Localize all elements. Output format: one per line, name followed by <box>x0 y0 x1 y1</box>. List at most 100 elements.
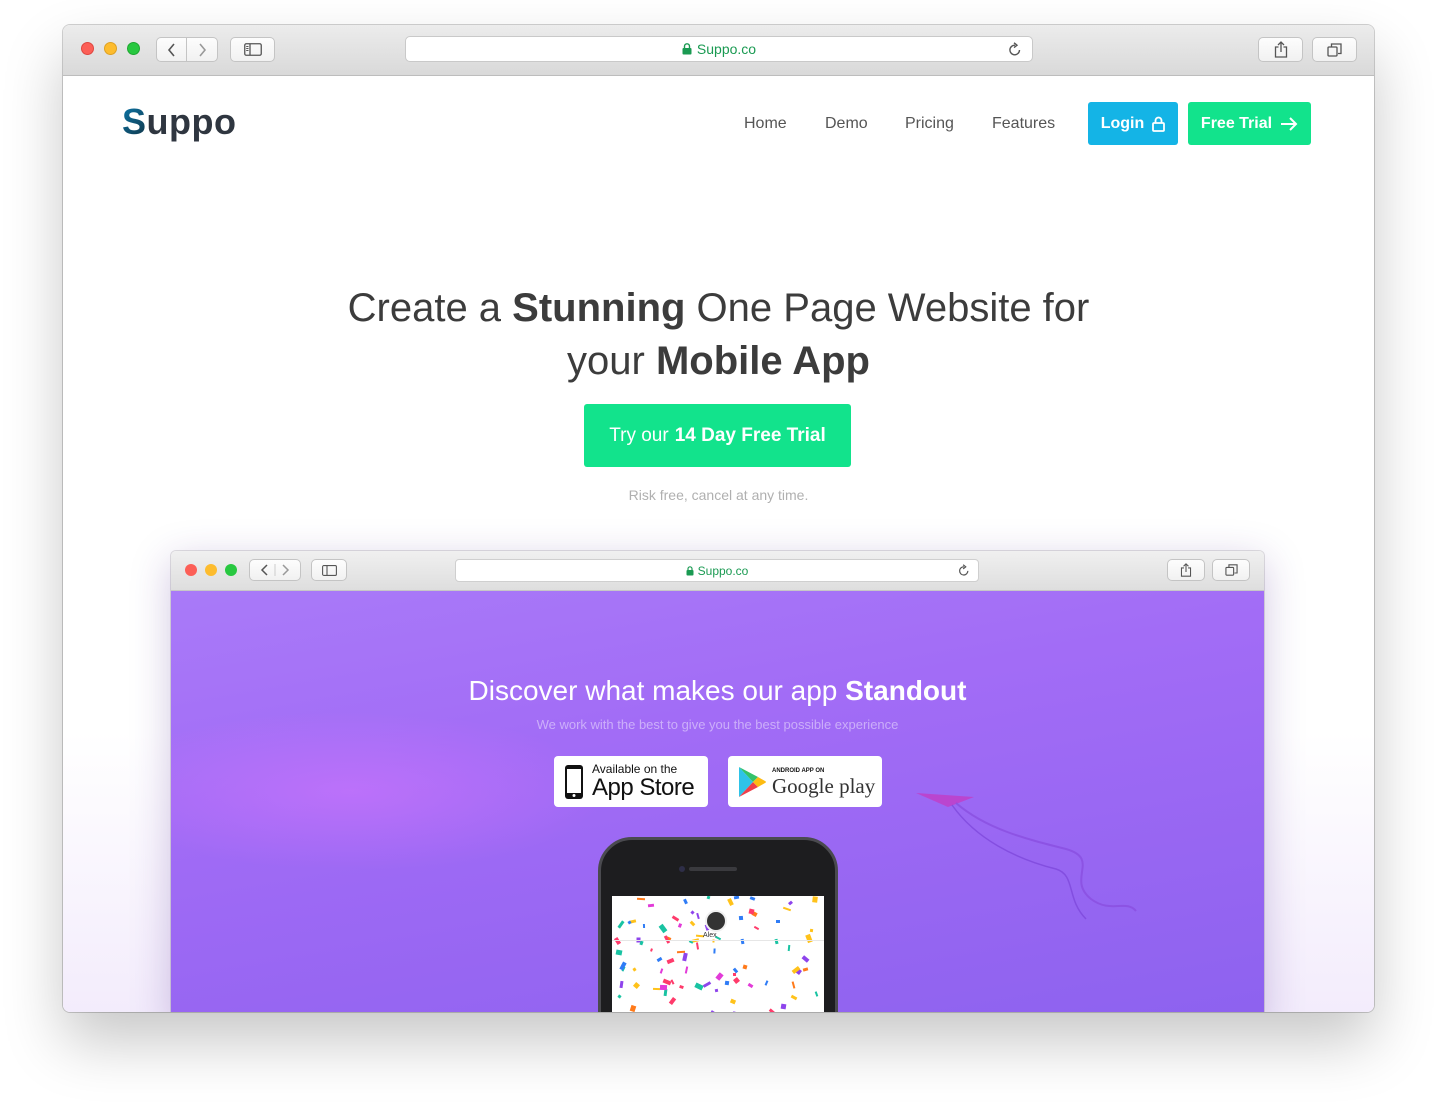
confetti-piece <box>788 900 793 906</box>
preview-browser: Suppo.co Discover what makes our app Sta… <box>171 551 1264 1012</box>
confetti-piece <box>636 897 646 901</box>
app-store-badge[interactable]: Available on the App Store <box>554 756 708 807</box>
cta-bold: 14 Day Free Trial <box>674 424 826 446</box>
confetti-piece <box>732 1011 740 1012</box>
confetti-piece <box>671 915 680 922</box>
phone-speaker <box>689 867 737 871</box>
confetti-piece <box>619 980 624 989</box>
preview-title-pre: Discover what makes our app <box>468 675 846 706</box>
confetti-piece <box>802 967 809 972</box>
confetti-piece <box>764 980 769 986</box>
share-button[interactable] <box>1258 37 1303 62</box>
confetti-piece <box>617 920 625 929</box>
google-play-badge[interactable]: ANDROID APP ON Google play <box>728 756 882 807</box>
minimize-window-button[interactable] <box>104 42 117 55</box>
preview-lock-icon <box>686 565 694 575</box>
confetti-piece <box>791 981 796 989</box>
nav-home[interactable]: Home <box>744 115 787 133</box>
confetti-piece <box>790 994 798 1001</box>
confetti-piece <box>742 964 748 970</box>
confetti-piece <box>659 984 668 991</box>
confetti-piece <box>690 910 695 915</box>
preview-subtitle: We work with the best to give you the be… <box>536 717 899 732</box>
hero-line1-pre: Create a <box>347 286 513 330</box>
app-store-big-text: App Store <box>592 774 695 801</box>
confetti-piece <box>715 972 724 981</box>
confetti-piece <box>679 984 684 990</box>
play-icon <box>739 766 766 797</box>
nav-features[interactable]: Features <box>992 115 1055 133</box>
hero-title: Create a Stunning One Page Website for y… <box>63 282 1374 388</box>
padlock-icon <box>1152 116 1166 132</box>
confetti-piece <box>714 988 719 993</box>
confetti-piece <box>617 994 622 999</box>
confetti-piece <box>801 955 810 963</box>
reload-icon[interactable] <box>1008 42 1022 57</box>
confetti-piece <box>733 896 740 900</box>
preview-close-dot <box>185 564 197 576</box>
logo-text: uppo <box>146 101 237 142</box>
confetti-piece <box>776 920 780 923</box>
confetti-piece <box>656 956 663 963</box>
browser-window: Suppo.co Suppo Home Demo Pricing Feature… <box>63 25 1374 1012</box>
confetti-piece <box>683 898 688 905</box>
free-trial-button[interactable]: Free Trial <box>1188 102 1311 145</box>
confetti-piece <box>809 928 814 933</box>
confetti-piece <box>727 897 734 907</box>
confetti-piece <box>632 981 641 990</box>
sidebar-icon <box>243 43 262 56</box>
confetti-piece <box>668 997 677 1005</box>
preview-zoom-dot <box>225 564 237 576</box>
page-content: Suppo Home Demo Pricing Features Login F… <box>63 77 1374 1012</box>
confetti-piece <box>619 961 627 971</box>
history-nav <box>156 37 219 62</box>
preview-history-nav <box>249 559 301 581</box>
login-button[interactable]: Login <box>1088 102 1178 145</box>
confetti-piece <box>647 903 655 908</box>
preview-address-text: Suppo.co <box>697 563 749 578</box>
avatar <box>705 910 727 932</box>
nav-demo[interactable]: Demo <box>825 115 868 133</box>
confetti-piece <box>702 981 712 988</box>
confetti-piece <box>706 896 711 900</box>
confetti-piece <box>814 991 819 997</box>
tabs-button[interactable] <box>1312 37 1357 62</box>
address-bar[interactable]: Suppo.co <box>405 36 1033 62</box>
confetti-piece <box>659 968 664 974</box>
back-button[interactable] <box>156 37 187 62</box>
preview-sidebar-icon <box>321 564 337 576</box>
kite-illustration <box>916 793 1137 920</box>
confetti-piece <box>613 936 622 946</box>
confetti-piece <box>677 923 683 928</box>
preview-sidebar-button <box>311 559 347 581</box>
confetti-piece <box>696 912 700 920</box>
hero-line2-pre: your <box>567 339 656 383</box>
confetti-piece <box>747 982 754 989</box>
confetti-piece <box>710 1010 716 1012</box>
site-logo[interactable]: Suppo <box>122 101 236 143</box>
risk-free-note: Risk free, cancel at any time. <box>628 487 809 503</box>
confetti-piece <box>615 949 623 956</box>
zoom-window-button[interactable] <box>127 42 140 55</box>
preview-title: Discover what makes our app Standout <box>171 675 1264 707</box>
confetti-piece <box>694 982 704 991</box>
preview-minimize-dot <box>205 564 217 576</box>
close-window-button[interactable] <box>81 42 94 55</box>
preview-share-icon <box>1180 563 1192 577</box>
login-label: Login <box>1100 114 1145 132</box>
sidebar-button[interactable] <box>230 37 275 62</box>
preview-share-button <box>1167 559 1205 581</box>
confetti-piece <box>650 948 653 952</box>
forward-button[interactable] <box>187 37 218 62</box>
arrow-right-icon <box>1281 116 1298 131</box>
nav-pricing[interactable]: Pricing <box>905 115 954 133</box>
confetti-piece <box>658 923 668 934</box>
preview-reload-icon <box>959 564 969 576</box>
confetti-piece <box>682 952 688 962</box>
confetti-piece <box>768 1008 776 1012</box>
free-trial-cta-button[interactable]: Try our 14 Day Free Trial <box>584 404 851 467</box>
free-trial-label: Free Trial <box>1200 114 1273 132</box>
preview-back-forward-icon <box>260 564 290 576</box>
back-icon <box>167 42 175 57</box>
confetti-piece <box>629 1004 637 1012</box>
